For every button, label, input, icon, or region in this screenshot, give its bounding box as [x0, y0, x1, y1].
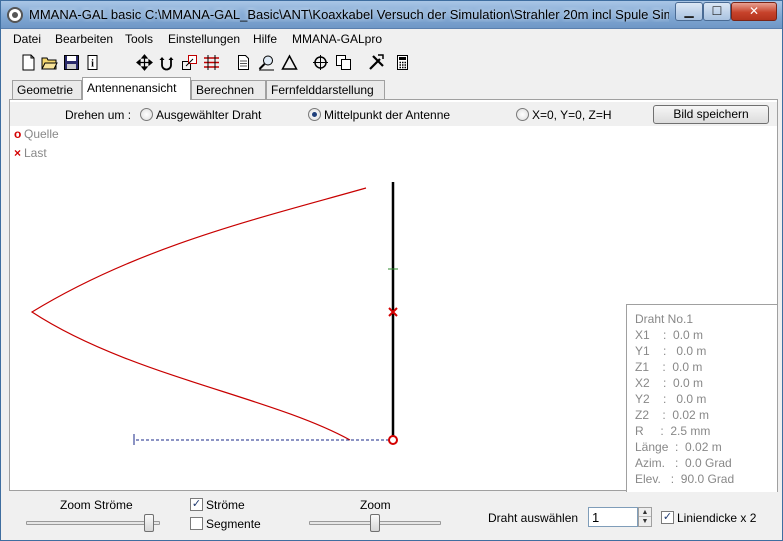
- minimize-button[interactable]: ▁: [675, 2, 703, 21]
- window-title: MMANA-GAL basic C:\MMANA-GAL_Basic\ANT\K…: [29, 7, 669, 22]
- zoom-slider-thumb[interactable]: [370, 514, 380, 532]
- move-icon[interactable]: [136, 54, 153, 71]
- wire-info-z1: Z1 : 0.0 m: [635, 360, 703, 374]
- wire-info-z2: Z2 : 0.02 m: [635, 408, 710, 422]
- source-marker[interactable]: [388, 435, 398, 445]
- tab-geometrie[interactable]: Geometrie: [12, 80, 82, 99]
- menu-mmana-galpro[interactable]: MMANA-GALpro: [292, 32, 382, 46]
- spin-down-icon[interactable]: ▼: [639, 517, 651, 526]
- new-file-icon[interactable]: [20, 54, 37, 71]
- menu-datei[interactable]: Datei: [13, 32, 41, 46]
- radio-selected-wire[interactable]: [140, 108, 153, 121]
- wire-info-title: Draht No.1: [635, 312, 694, 326]
- menu-bearbeiten[interactable]: Bearbeiten: [55, 32, 113, 46]
- target-icon[interactable]: [312, 54, 329, 71]
- document-icon[interactable]: [235, 54, 252, 71]
- zoom-currents-slider[interactable]: [26, 521, 160, 525]
- select-wire-label: Draht auswählen: [488, 511, 579, 525]
- app-window: MMANA-GAL basic C:\MMANA-GAL_Basic\ANT\K…: [0, 0, 783, 541]
- resize-icon[interactable]: [181, 54, 198, 71]
- wire-info-x1: X1 : 0.0 m: [635, 328, 704, 342]
- radio-antenna-center-label[interactable]: Mittelpunkt der Antenne: [324, 108, 450, 122]
- radio-origin-label[interactable]: X=0, Y=0, Z=H: [532, 108, 612, 122]
- close-button[interactable]: ✕: [731, 2, 777, 21]
- bottom-controls: Zoom Ströme ✓ Ströme Segmente Zoom Draht…: [2, 492, 781, 540]
- menu-bar: Datei Bearbeiten Tools Einstellungen Hil…: [2, 29, 781, 49]
- title-bar[interactable]: MMANA-GAL basic C:\MMANA-GAL_Basic\ANT\K…: [1, 1, 782, 29]
- currents-checkbox[interactable]: ✓: [190, 498, 203, 511]
- wire-info-box: Draht No.1 X1 : 0.0 m Y1 : 0.0 m Z1 : 0.…: [626, 304, 778, 494]
- zoom-currents-slider-thumb[interactable]: [143, 514, 154, 532]
- menu-einstellungen[interactable]: Einstellungen: [168, 32, 240, 46]
- wire-info-y1: Y1 : 0.0 m: [635, 344, 707, 358]
- info-icon[interactable]: i: [84, 54, 101, 71]
- maximize-button[interactable]: ☐: [703, 2, 731, 21]
- line-width-checkbox-label[interactable]: Liniendicke x 2: [677, 511, 756, 525]
- spin-up-icon[interactable]: ▲: [639, 508, 651, 517]
- tools-icon[interactable]: [368, 54, 385, 71]
- wire-info-y2: Y2 : 0.0 m: [635, 392, 707, 406]
- radio-antenna-center[interactable]: [308, 108, 321, 121]
- toolbar: i: [2, 50, 781, 76]
- svg-text:i: i: [91, 59, 94, 70]
- zoom-currents-label: Zoom Ströme: [60, 498, 133, 512]
- radio-origin[interactable]: [516, 108, 529, 121]
- wire-info-x2: X2 : 0.0 m: [635, 376, 704, 390]
- copy-icon[interactable]: [335, 54, 352, 71]
- open-folder-icon[interactable]: [41, 54, 58, 71]
- magnifier-icon[interactable]: [258, 54, 275, 71]
- wire-info-radius: R : 2.5 mm: [635, 424, 711, 438]
- zoom-label: Zoom: [360, 498, 391, 512]
- radio-selected-wire-label[interactable]: Ausgewählter Draht: [156, 108, 261, 122]
- currents-checkbox-label[interactable]: Ströme: [206, 498, 245, 512]
- wire-info-azimuth: Azim. : 0.0 Grad: [635, 456, 732, 470]
- tab-antennenansicht[interactable]: Antennenansicht: [82, 77, 191, 100]
- calculator-icon[interactable]: [394, 54, 411, 71]
- segments-checkbox[interactable]: [190, 517, 203, 530]
- rotate-icon[interactable]: [158, 54, 175, 71]
- line-width-checkbox[interactable]: ✓: [661, 511, 674, 524]
- rotate-label: Drehen um :: [65, 108, 132, 122]
- select-wire-input[interactable]: 1: [588, 507, 638, 527]
- wire-info-length: Länge : 0.02 m: [635, 440, 722, 454]
- current-distribution-curve: [30, 187, 367, 441]
- rotate-options: Drehen um : Ausgewählter Draht Mittelpun…: [10, 102, 777, 126]
- segments-checkbox-label[interactable]: Segmente: [206, 517, 261, 531]
- antenna-view-panel: Drehen um : Ausgewählter Draht Mittelpun…: [9, 99, 778, 494]
- save-image-button[interactable]: Bild speichern: [653, 105, 769, 124]
- menu-tools[interactable]: Tools: [125, 32, 153, 46]
- menu-hilfe[interactable]: Hilfe: [253, 32, 277, 46]
- wire-info-elevation: Elev. : 90.0 Grad: [635, 472, 735, 486]
- triangle-icon[interactable]: [281, 54, 298, 71]
- tab-berechnen[interactable]: Berechnen: [191, 80, 266, 99]
- tab-bar: Geometrie Antennenansicht Berechnen Fern…: [2, 77, 781, 100]
- save-disk-icon[interactable]: [63, 54, 80, 71]
- app-logo-icon: [7, 7, 23, 23]
- tab-fernfelddarstellung[interactable]: Fernfelddarstellung: [266, 80, 385, 99]
- select-wire-spinner[interactable]: ▲ ▼: [638, 507, 652, 527]
- wire-edit-icon[interactable]: [203, 54, 220, 71]
